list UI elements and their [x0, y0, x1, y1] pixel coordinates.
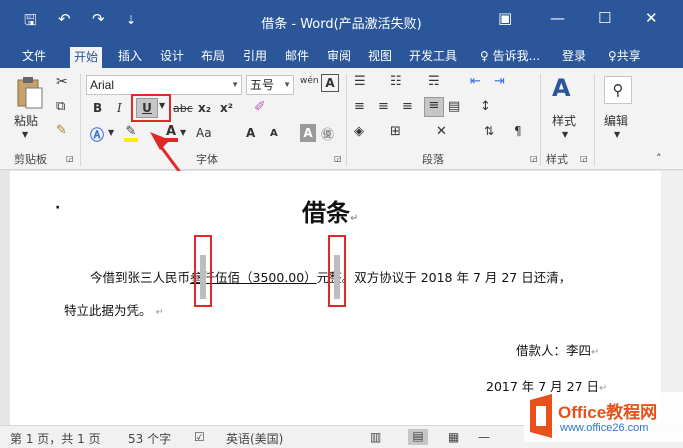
paragraph-mark: ↵ — [350, 213, 359, 224]
document-page[interactable]: · 借条↵ 今借到张三人民币叁仟伍佰（3500.00）元整。双方协议于 2018… — [10, 171, 661, 425]
line1-prefix: 今借到张三人民币 — [90, 270, 191, 285]
document-area: · 借条↵ 今借到张三人民币叁仟伍佰（3500.00）元整。双方协议于 2018… — [0, 171, 683, 425]
watermark-logo: Office教程网 www.office26.com — [524, 392, 683, 442]
web-layout-icon[interactable]: ▦ — [448, 430, 459, 444]
print-layout-icon[interactable]: ▤ — [408, 429, 428, 445]
watermark-brand: Office教程网 — [558, 403, 658, 422]
zoom-slider[interactable]: — — [478, 430, 490, 444]
word-count[interactable]: 53 个字 — [128, 430, 171, 447]
doc-title-text: 借条 — [302, 199, 350, 227]
proofing-icon[interactable]: ☑ — [194, 430, 205, 444]
paragraph-mark: ↵ — [591, 347, 600, 358]
line2-text: 特立此据为凭。 — [64, 303, 152, 318]
vertical-scrollbar[interactable] — [661, 171, 683, 425]
selection-marker-right — [334, 255, 340, 299]
page-count[interactable]: 第 1 页，共 1 页 — [10, 430, 101, 447]
doc-borrower: 借款人：李四↵ — [516, 340, 599, 359]
borrower-text: 借款人：李四 — [516, 343, 592, 358]
doc-line-2: 特立此据为凭。 ↵ — [64, 300, 164, 319]
line1-suffix: 元整。双方协议于 2018 年 7 月 27 日还清， — [316, 270, 572, 285]
list-bullet-mark: · — [55, 200, 61, 216]
doc-title: 借条↵ — [302, 193, 358, 228]
read-mode-icon[interactable]: ▥ — [370, 430, 381, 444]
selection-marker-left — [200, 255, 206, 299]
language-indicator[interactable]: 英语(美国) — [226, 430, 283, 447]
watermark-url: www.office26.com — [560, 422, 649, 434]
paragraph-mark: ↵ — [155, 307, 164, 318]
